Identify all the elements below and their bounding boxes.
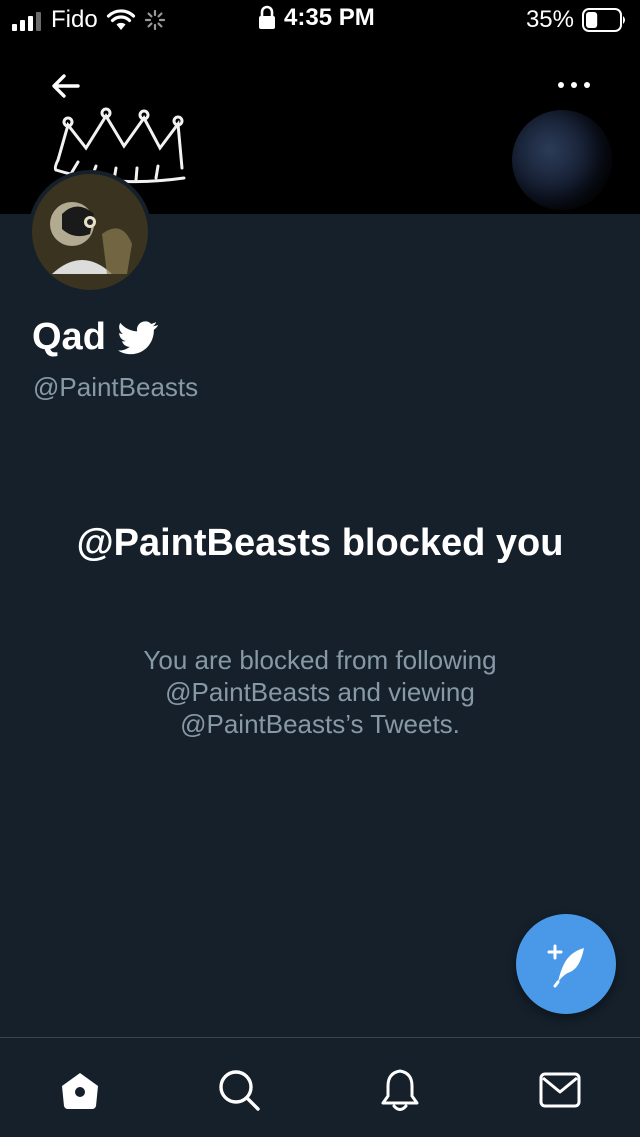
activity-spinner-icon (144, 9, 165, 31)
profile-handle: @PaintBeasts (33, 372, 199, 402)
more-options-button[interactable] (558, 80, 590, 90)
messages-icon (539, 1072, 581, 1108)
globe-graphic (512, 110, 612, 210)
compose-tweet-button[interactable] (516, 914, 616, 1014)
status-time: 4:35 PM (284, 4, 375, 31)
blocked-description: You are blocked from following @PaintBea… (143, 645, 497, 739)
lock-icon (259, 5, 275, 29)
wifi-icon (106, 9, 135, 30)
nav-home[interactable] (58, 1068, 102, 1112)
bottom-nav (0, 1037, 640, 1137)
twitter-bird-icon (117, 320, 158, 354)
nav-search[interactable] (217, 1068, 261, 1112)
search-icon (219, 1070, 260, 1111)
more-dots-icon (558, 82, 564, 88)
avatar-image (32, 174, 148, 290)
status-center: 4:35 PM (258, 4, 375, 32)
nav-messages[interactable] (538, 1068, 582, 1112)
blocked-title: @PaintBeasts blocked you (76, 522, 564, 564)
carrier-label: Fido (51, 6, 98, 33)
signal-icon (12, 9, 41, 31)
avatar[interactable] (28, 170, 152, 294)
nav-notifications[interactable] (378, 1068, 422, 1112)
status-right: 35% (526, 6, 628, 34)
status-left: Fido (12, 6, 166, 34)
profile-name-row: Qad (32, 316, 158, 359)
back-button[interactable] (48, 68, 84, 104)
battery-icon (582, 8, 625, 32)
battery-percent: 35% (525, 6, 574, 33)
display-name: Qad (32, 316, 106, 358)
notifications-icon (381, 1069, 419, 1111)
compose-tweet-icon (547, 944, 584, 988)
status-bar: Fido 4:35 PM 35% (0, 0, 640, 40)
back-arrow-icon (52, 74, 80, 98)
home-icon (62, 1073, 98, 1109)
